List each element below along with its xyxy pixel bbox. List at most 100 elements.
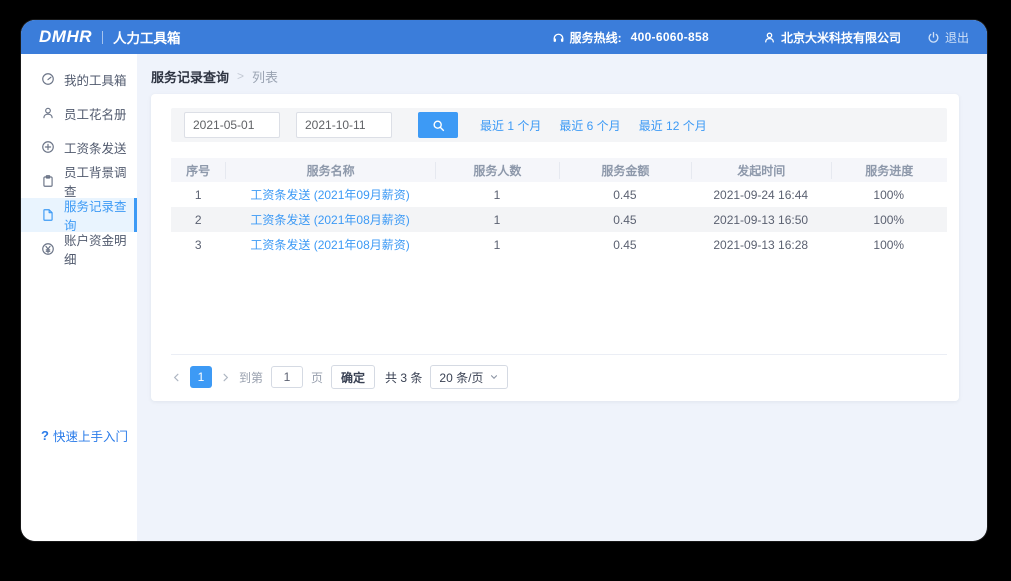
content-card: 最近 1 个月 最近 6 个月 最近 12 个月 序号服务名称服务人数服务金额发起时… — [151, 94, 959, 401]
quick-range-link[interactable]: 最近 1 个月 — [480, 117, 541, 134]
sidebar-item-label: 账户资金明细 — [64, 230, 137, 268]
table-column-header: 序号 — [171, 162, 225, 179]
money-circle-icon — [41, 242, 55, 256]
quickstart-link[interactable]: ? 快速上手入门 — [41, 426, 128, 445]
sidebar-item-label: 员工花名册 — [64, 104, 127, 123]
table-row: 1工资条发送 (2021年09月薪资)10.452021-09-24 16:44… — [171, 182, 947, 207]
table-row: 2 工资条发送 (2021年08月薪资) 10.452021-09-13 16:50… — [171, 207, 947, 232]
table-cell: 0.45 — [559, 238, 691, 252]
hotline-number: 400-6060-858 — [631, 30, 709, 44]
breadcrumb: 服务记录查询 > 列表 — [151, 66, 959, 86]
service-name-cell: 工资条发送 (2021年08月薪资) — [225, 236, 435, 253]
service-name-link[interactable]: 工资条发送 (2021年09月薪资) — [250, 188, 409, 202]
gauge-icon — [41, 72, 55, 86]
service-name-link[interactable]: 工资条发送 (2021年08月薪资) — [250, 213, 409, 227]
question-mark-icon: ? — [41, 428, 49, 443]
table-cell: 0.45 — [559, 188, 691, 202]
next-page-button[interactable] — [220, 372, 231, 383]
service-hotline: 服务热线: 400-6060-858 — [552, 29, 709, 46]
top-header-bar: DMHR 人力工具箱 服务热线: 400-6060-858 北京大米科技有限公司 — [21, 20, 987, 54]
page-size-select[interactable]: 20 条/页 — [430, 365, 508, 389]
person-icon — [41, 106, 55, 120]
sidebar-item[interactable]: 员工背景调查 — [21, 164, 137, 198]
total-count-label: 共 3 条 — [385, 369, 422, 386]
page-unit-label: 页 — [311, 369, 323, 386]
search-button[interactable] — [418, 112, 458, 138]
sidebar-item[interactable]: 工资条发送 — [21, 130, 137, 164]
breadcrumb-root[interactable]: 服务记录查询 — [151, 67, 229, 86]
table-column-header: 发起时间 — [691, 162, 831, 179]
confirm-page-button[interactable]: 确定 — [331, 365, 375, 389]
breadcrumb-separator: > — [237, 69, 244, 83]
app-window: DMHR 人力工具箱 服务热线: 400-6060-858 北京大米科技有限公司 — [21, 20, 987, 541]
clipboard-icon — [41, 174, 55, 188]
table-column-header: 服务进度 — [831, 162, 947, 179]
app-body: 我的工具箱员工花名册工资条发送员工背景调查服务记录查询账户资金明细 ? 快速上手… — [21, 54, 987, 541]
app-title: 人力工具箱 — [113, 27, 181, 47]
table-cell: 0.45 — [559, 213, 691, 227]
table-cell: 1 — [435, 238, 559, 252]
table-cell: 100% — [831, 188, 947, 202]
records-table: 序号服务名称服务人数服务金额发起时间服务进度 1 工资条发送 (2021年09月薪… — [171, 158, 947, 257]
topbar-right: 服务热线: 400-6060-858 北京大米科技有限公司 退出 — [552, 29, 969, 46]
filter-bar: 最近 1 个月 最近 6 个月 最近 12 个月 — [171, 108, 947, 142]
current-page-button[interactable]: 1 — [190, 366, 212, 388]
hotline-label: 服务热线: — [570, 29, 622, 46]
service-name-link[interactable]: 工资条发送 (2021年08月薪资) — [250, 238, 409, 252]
quick-range-link[interactable]: 最近 6 个月 — [559, 117, 620, 134]
table-cell: 2021-09-13 16:50 — [691, 213, 831, 227]
logout-button[interactable]: 退出 — [927, 29, 969, 46]
company-account[interactable]: 北京大米科技有限公司 — [763, 29, 901, 46]
table-cell: 3 — [171, 238, 225, 252]
company-name: 北京大米科技有限公司 — [781, 29, 901, 46]
send-circle-icon — [41, 140, 55, 154]
user-icon — [763, 31, 776, 44]
table-cell: 2 — [171, 213, 225, 227]
sidebar-item-label: 我的工具箱 — [64, 70, 127, 89]
table-column-header: 服务人数 — [435, 162, 559, 179]
document-icon — [41, 208, 55, 222]
pagination: 1 到第 页 确定 共 3 条 20 条/页 — [171, 354, 947, 389]
table-cell: 1 — [435, 213, 559, 227]
sidebar-item[interactable]: 账户资金明细 — [21, 232, 137, 266]
breadcrumb-page: 列表 — [252, 67, 278, 86]
sidebar-item[interactable]: 员工花名册 — [21, 96, 137, 130]
end-date-input[interactable] — [296, 112, 392, 138]
table-header-row: 序号服务名称服务人数服务金额发起时间服务进度 — [171, 158, 947, 182]
main-content: 服务记录查询 > 列表 最近 1 个月 最近 6 个月 最近 12 个月 序号服务名… — [137, 54, 987, 541]
sidebar-item-label: 工资条发送 — [64, 138, 127, 157]
goto-page-input[interactable] — [271, 366, 303, 388]
sidebar-item-label: 服务记录查询 — [64, 196, 134, 234]
prev-page-button[interactable] — [171, 372, 182, 383]
table-cell: 2021-09-13 16:28 — [691, 238, 831, 252]
table-row: 3 工资条发送 (2021年08月薪资) 10.452021-09-13 16:28… — [171, 232, 947, 257]
sidebar-menu: 我的工具箱员工花名册工资条发送员工背景调查服务记录查询账户资金明细 — [21, 62, 137, 266]
logout-label: 退出 — [945, 29, 969, 46]
table-cell: 1 — [435, 188, 559, 202]
sidebar-item-label: 员工背景调查 — [64, 162, 137, 200]
quickstart-label: 快速上手入门 — [53, 426, 128, 445]
chevron-down-icon — [489, 372, 499, 382]
table-body: 1工资条发送 (2021年09月薪资)10.452021-09-24 16:44… — [171, 182, 947, 257]
power-icon — [927, 31, 940, 44]
service-name-cell: 工资条发送 (2021年08月薪资) — [225, 211, 435, 228]
sidebar: 我的工具箱员工花名册工资条发送员工背景调查服务记录查询账户资金明细 ? 快速上手… — [21, 54, 137, 541]
table-cell: 100% — [831, 213, 947, 227]
start-date-input[interactable] — [184, 112, 280, 138]
table-column-header: 服务金额 — [559, 162, 691, 179]
brand-divider — [102, 31, 103, 44]
table-column-header: 服务名称 — [225, 162, 435, 179]
sidebar-item[interactable]: 我的工具箱 — [21, 62, 137, 96]
goto-label: 到第 — [239, 369, 263, 386]
brand: DMHR 人力工具箱 — [39, 27, 181, 47]
quick-range-link[interactable]: 最近 12 个月 — [639, 117, 707, 134]
page-size-value: 20 条/页 — [439, 369, 483, 386]
table-cell: 2021-09-24 16:44 — [691, 188, 831, 202]
quick-range-links: 最近 1 个月 最近 6 个月 最近 12 个月 — [480, 117, 707, 134]
headset-icon — [552, 31, 565, 44]
table-cell: 1 — [171, 188, 225, 202]
service-name-cell: 工资条发送 (2021年09月薪资) — [225, 186, 435, 203]
brand-logo: DMHR — [39, 27, 92, 47]
table-cell: 100% — [831, 238, 947, 252]
sidebar-item[interactable]: 服务记录查询 — [21, 198, 137, 232]
